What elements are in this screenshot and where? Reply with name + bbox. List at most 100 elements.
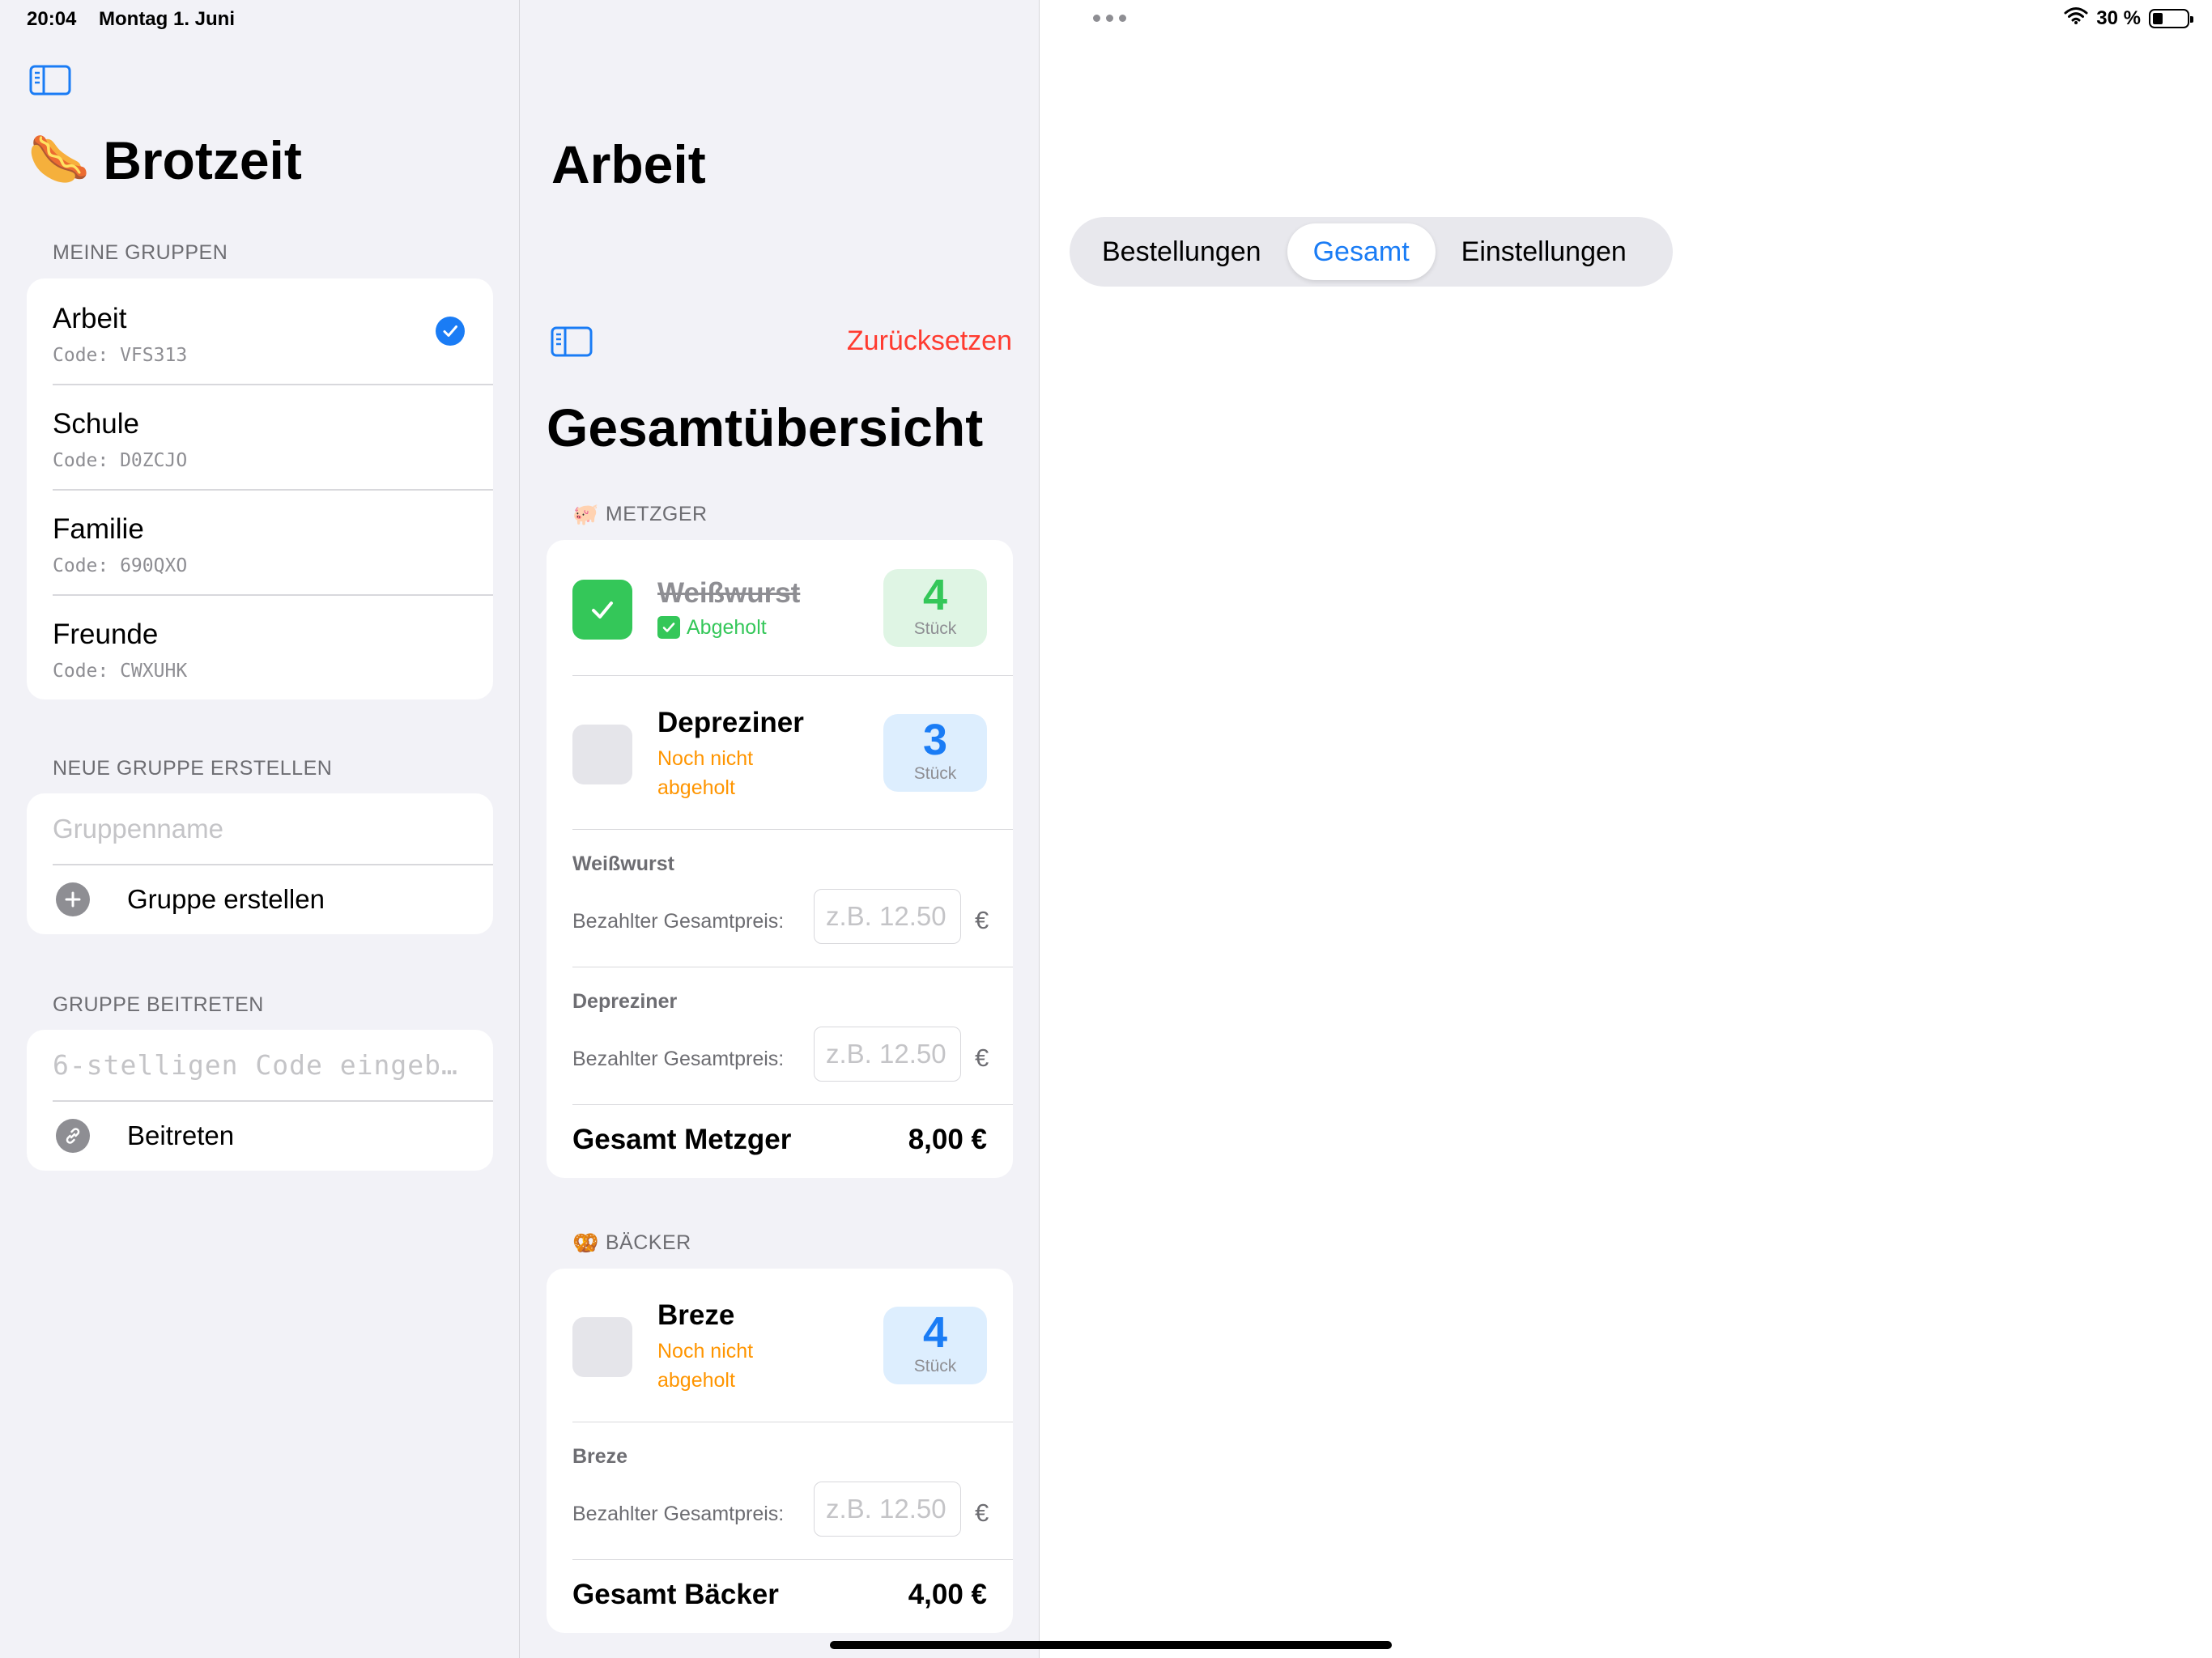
price-input[interactable] xyxy=(814,1027,961,1082)
sidebar-toggle-icon[interactable] xyxy=(29,65,71,96)
group-name: Familie xyxy=(53,513,144,545)
join-code-input[interactable] xyxy=(53,1049,466,1081)
group-item-arbeit[interactable]: Arbeit Code: VFS313 xyxy=(27,278,493,384)
group-code: Code: VFS313 xyxy=(53,345,188,366)
group-item-freunde[interactable]: Freunde Code: CWXUHK xyxy=(27,594,493,699)
join-code-row xyxy=(27,1030,493,1100)
picked-up-checkbox[interactable] xyxy=(572,1317,632,1377)
total-label: Gesamt Bäcker xyxy=(572,1579,779,1610)
quantity-unit: Stück xyxy=(913,1357,957,1375)
group-name: Freunde xyxy=(53,619,159,650)
price-input[interactable] xyxy=(814,889,961,944)
status-date: Montag 1. Juni xyxy=(99,8,235,30)
tab-bestellungen[interactable]: Bestellungen xyxy=(1076,223,1287,280)
price-entry: Depreziner Bezahlter Gesamtpreis: € xyxy=(547,967,1013,1105)
shop-header-baecker: 🥨 BÄCKER xyxy=(572,1231,691,1256)
total-value: 8,00 € xyxy=(908,1124,987,1155)
group-name: Arbeit xyxy=(53,303,127,334)
checkmark-icon xyxy=(657,616,680,639)
group-title: Arbeit xyxy=(551,134,706,194)
price-entry: Breze Bezahlter Gesamtpreis: € xyxy=(547,1422,1013,1560)
battery-percentage: 30 % xyxy=(2096,6,2141,29)
create-group-card: Gruppe erstellen xyxy=(27,793,493,934)
order-row: Weißwurst Abgeholt 4 Stück xyxy=(547,540,1013,676)
tab-einstellungen[interactable]: Einstellungen xyxy=(1436,223,1653,280)
my-groups-header: MEINE GRUPPEN xyxy=(53,241,228,264)
link-icon xyxy=(56,1118,90,1153)
currency-symbol: € xyxy=(975,906,989,934)
quantity-badge: 3 Stück xyxy=(883,714,987,792)
group-name: Schule xyxy=(53,408,140,440)
quantity-unit: Stück xyxy=(913,619,957,638)
shop-total: Gesamt Bäcker 4,00 € xyxy=(547,1560,1013,1633)
order-row: Depreziner Noch nicht abgeholt 3 Stück xyxy=(547,676,1013,830)
overview-title: Gesamtübersicht xyxy=(547,397,984,457)
shop-header-label: BÄCKER xyxy=(605,1231,691,1254)
sidebar: 20:04 Montag 1. Juni 🌭 Brotzeit MEINE GR… xyxy=(0,0,520,1658)
pig-icon: 🐖 xyxy=(572,502,599,526)
group-name-row xyxy=(27,793,493,864)
price-item-name: Weißwurst xyxy=(572,852,674,875)
order-row: Breze Noch nicht abgeholt 4 Stück xyxy=(547,1269,1013,1422)
quantity-number: 4 xyxy=(922,571,948,619)
home-indicator[interactable] xyxy=(830,1641,1392,1649)
group-code: Code: CWXUHK xyxy=(53,661,188,682)
currency-symbol: € xyxy=(975,1044,989,1072)
group-name-input[interactable] xyxy=(53,813,466,844)
shop-card-baecker: Breze Noch nicht abgeholt 4 Stück Breze … xyxy=(547,1269,1013,1633)
sidebar-toggle-icon[interactable] xyxy=(551,326,593,357)
picked-up-checkbox[interactable] xyxy=(572,725,632,784)
order-status: Noch nicht abgeholt xyxy=(657,1340,754,1392)
pretzel-icon: 🥨 xyxy=(572,1231,599,1255)
order-status: Noch nicht abgeholt xyxy=(657,747,754,799)
status-time: 20:04 xyxy=(27,8,77,30)
create-group-header: NEUE GRUPPE ERSTELLEN xyxy=(53,757,333,780)
plus-icon xyxy=(56,882,90,916)
price-label: Bezahlter Gesamtpreis: xyxy=(572,1048,785,1070)
picked-up-checkbox[interactable] xyxy=(572,580,632,640)
group-item-familie[interactable]: Familie Code: 690QXO xyxy=(27,489,493,594)
total-value: 4,00 € xyxy=(908,1579,987,1610)
join-group-button[interactable]: Beitreten xyxy=(27,1100,493,1171)
quantity-number: 4 xyxy=(922,1308,948,1357)
group-code: Code: 690QXO xyxy=(53,555,188,576)
selected-checkmark-icon xyxy=(436,317,465,346)
app-title-text: Brotzeit xyxy=(103,130,302,190)
price-item-name: Depreziner xyxy=(572,990,678,1013)
order-status-text: Abgeholt xyxy=(687,616,767,639)
quantity-number: 3 xyxy=(922,716,948,764)
quantity-unit: Stück xyxy=(913,764,957,783)
detail-column: Bestellungen Gesamt Einstellungen xyxy=(1040,0,2212,1658)
shop-total: Gesamt Metzger 8,00 € xyxy=(547,1105,1013,1178)
join-group-header: GRUPPE BEITRETEN xyxy=(53,993,264,1016)
tab-gesamt[interactable]: Gesamt xyxy=(1287,223,1436,280)
join-group-label: Beitreten xyxy=(127,1120,235,1150)
price-item-name: Breze xyxy=(572,1445,628,1468)
wifi-icon xyxy=(2064,6,2088,30)
quantity-badge: 4 Stück xyxy=(883,569,987,647)
join-group-card: Beitreten xyxy=(27,1030,493,1171)
quantity-badge: 4 Stück xyxy=(883,1307,987,1384)
hotdog-icon: 🌭 xyxy=(28,132,91,188)
price-label: Bezahlter Gesamtpreis: xyxy=(572,1503,785,1525)
app-title: 🌭 Brotzeit xyxy=(28,130,302,191)
status-indicators: 30 % xyxy=(2064,6,2193,30)
shop-card-metzger: Weißwurst Abgeholt 4 Stück Depreziner No… xyxy=(547,540,1013,1178)
overview-column: Arbeit Zurücksetzen Gesamtübersicht 🐖 ME… xyxy=(520,0,1040,1658)
shop-header-label: METZGER xyxy=(605,503,708,525)
create-group-button[interactable]: Gruppe erstellen xyxy=(27,864,493,934)
shop-header-metzger: 🐖 METZGER xyxy=(572,502,708,527)
order-status: Abgeholt xyxy=(657,613,819,642)
multitasking-menu-icon[interactable] xyxy=(1093,15,1126,22)
order-name: Weißwurst xyxy=(657,577,801,609)
groups-list: Arbeit Code: VFS313 Schule Code: D0ZCJO … xyxy=(27,278,493,699)
create-group-label: Gruppe erstellen xyxy=(127,883,325,914)
group-item-schule[interactable]: Schule Code: D0ZCJO xyxy=(27,384,493,489)
price-entry: Weißwurst Bezahlter Gesamtpreis: € xyxy=(547,830,1013,967)
price-input[interactable] xyxy=(814,1482,961,1537)
currency-symbol: € xyxy=(975,1499,989,1527)
order-name: Depreziner xyxy=(657,707,804,738)
order-name: Breze xyxy=(657,1299,735,1331)
reset-button[interactable]: Zurücksetzen xyxy=(847,325,1012,357)
group-code: Code: D0ZCJO xyxy=(53,450,188,471)
